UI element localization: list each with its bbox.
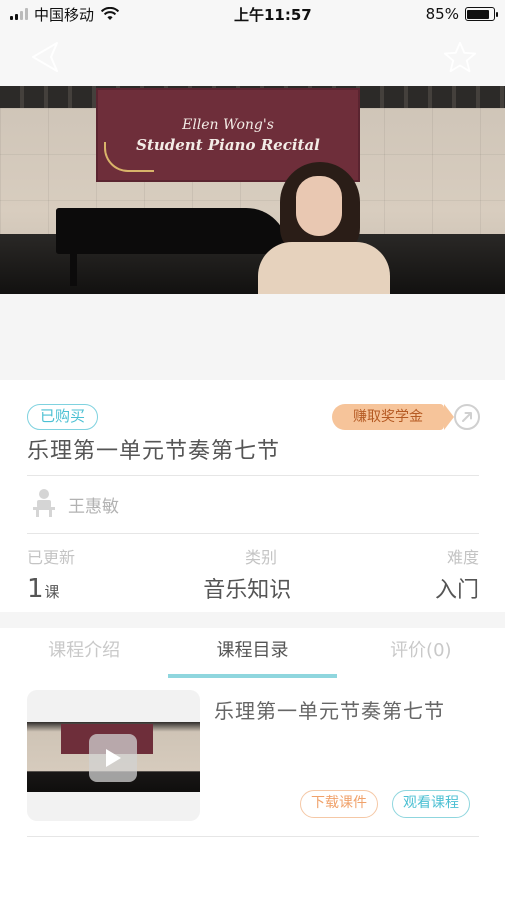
play-button[interactable]: [89, 734, 137, 782]
nav-bar: [0, 28, 505, 86]
stats-labels: 已更新 类别 难度: [27, 544, 479, 568]
share-icon[interactable]: [452, 402, 482, 432]
back-triangle-icon: [32, 42, 58, 72]
teacher-name: 王惠敏: [68, 497, 119, 517]
piano-leg: [70, 246, 77, 286]
difficulty-value: 入门: [434, 578, 479, 603]
status-bar: 中国移动 上午11:57 85%: [0, 0, 505, 28]
tab-intro[interactable]: 课程介绍: [0, 628, 168, 678]
stats-values: 1课 音乐知识 入门: [27, 572, 479, 604]
status-left: 中国移动: [10, 4, 120, 25]
lesson-divider: [27, 836, 479, 837]
purchased-tag: 已购买: [27, 404, 99, 430]
divider: [27, 533, 479, 534]
teacher-icon: [33, 489, 55, 517]
play-icon: [106, 749, 121, 767]
battery-percent: 85%: [425, 5, 459, 23]
star-outline-icon: [443, 41, 477, 73]
hero-gap: [0, 294, 505, 380]
updated-unit: 课: [44, 583, 60, 601]
download-courseware-button[interactable]: 下载课件: [300, 790, 378, 818]
battery-fill: [467, 9, 489, 19]
updated-count: 1: [27, 574, 44, 604]
updated-label: 已更新: [27, 548, 76, 567]
scholarship-button[interactable]: 赚取奖学金: [332, 404, 454, 430]
presenter-body: [258, 242, 390, 294]
category-value: 音乐知识: [203, 578, 292, 603]
tab-catalog[interactable]: 课程目录: [168, 628, 337, 678]
divider: [27, 475, 479, 476]
difficulty-label: 难度: [446, 548, 479, 567]
category-label: 类别: [244, 548, 277, 567]
presenter-face: [296, 176, 342, 236]
grand-piano: [56, 208, 288, 254]
status-time: 上午11:57: [233, 5, 312, 24]
favorite-button[interactable]: [443, 40, 477, 74]
status-right: 85%: [425, 5, 498, 23]
section-gap: [0, 612, 505, 628]
updated-value: 1课: [27, 574, 60, 604]
battery-icon: [464, 7, 498, 21]
course-info: 已购买 赚取奖学金 乐理第一单元节奏第七节 王惠敏 已更新 类别 难度 1课 音…: [0, 380, 505, 612]
course-title: 乐理第一单元节奏第七节: [27, 439, 281, 464]
course-tabs: 课程介绍 课程目录 评价(0): [0, 628, 505, 678]
lesson-title: 乐理第一单元节奏第七节: [214, 699, 445, 723]
lesson-item[interactable]: 乐理第一单元节奏第七节 下载课件 观看课程: [27, 690, 479, 826]
banner-decoration: [104, 142, 154, 172]
course-video-cover[interactable]: Ellen Wong's Student Piano Recital: [0, 86, 505, 294]
wifi-icon: [100, 7, 120, 20]
signal-icon: [10, 8, 28, 20]
banner-line-1: Ellen Wong's: [182, 117, 274, 133]
carrier-label: 中国移动: [34, 5, 95, 24]
lesson-thumbnail[interactable]: [27, 690, 200, 821]
back-button[interactable]: [28, 40, 62, 74]
watch-course-button[interactable]: 观看课程: [392, 790, 470, 818]
tab-reviews[interactable]: 评价(0): [337, 628, 505, 678]
banner-line-2: Student Piano Recital: [136, 136, 320, 154]
